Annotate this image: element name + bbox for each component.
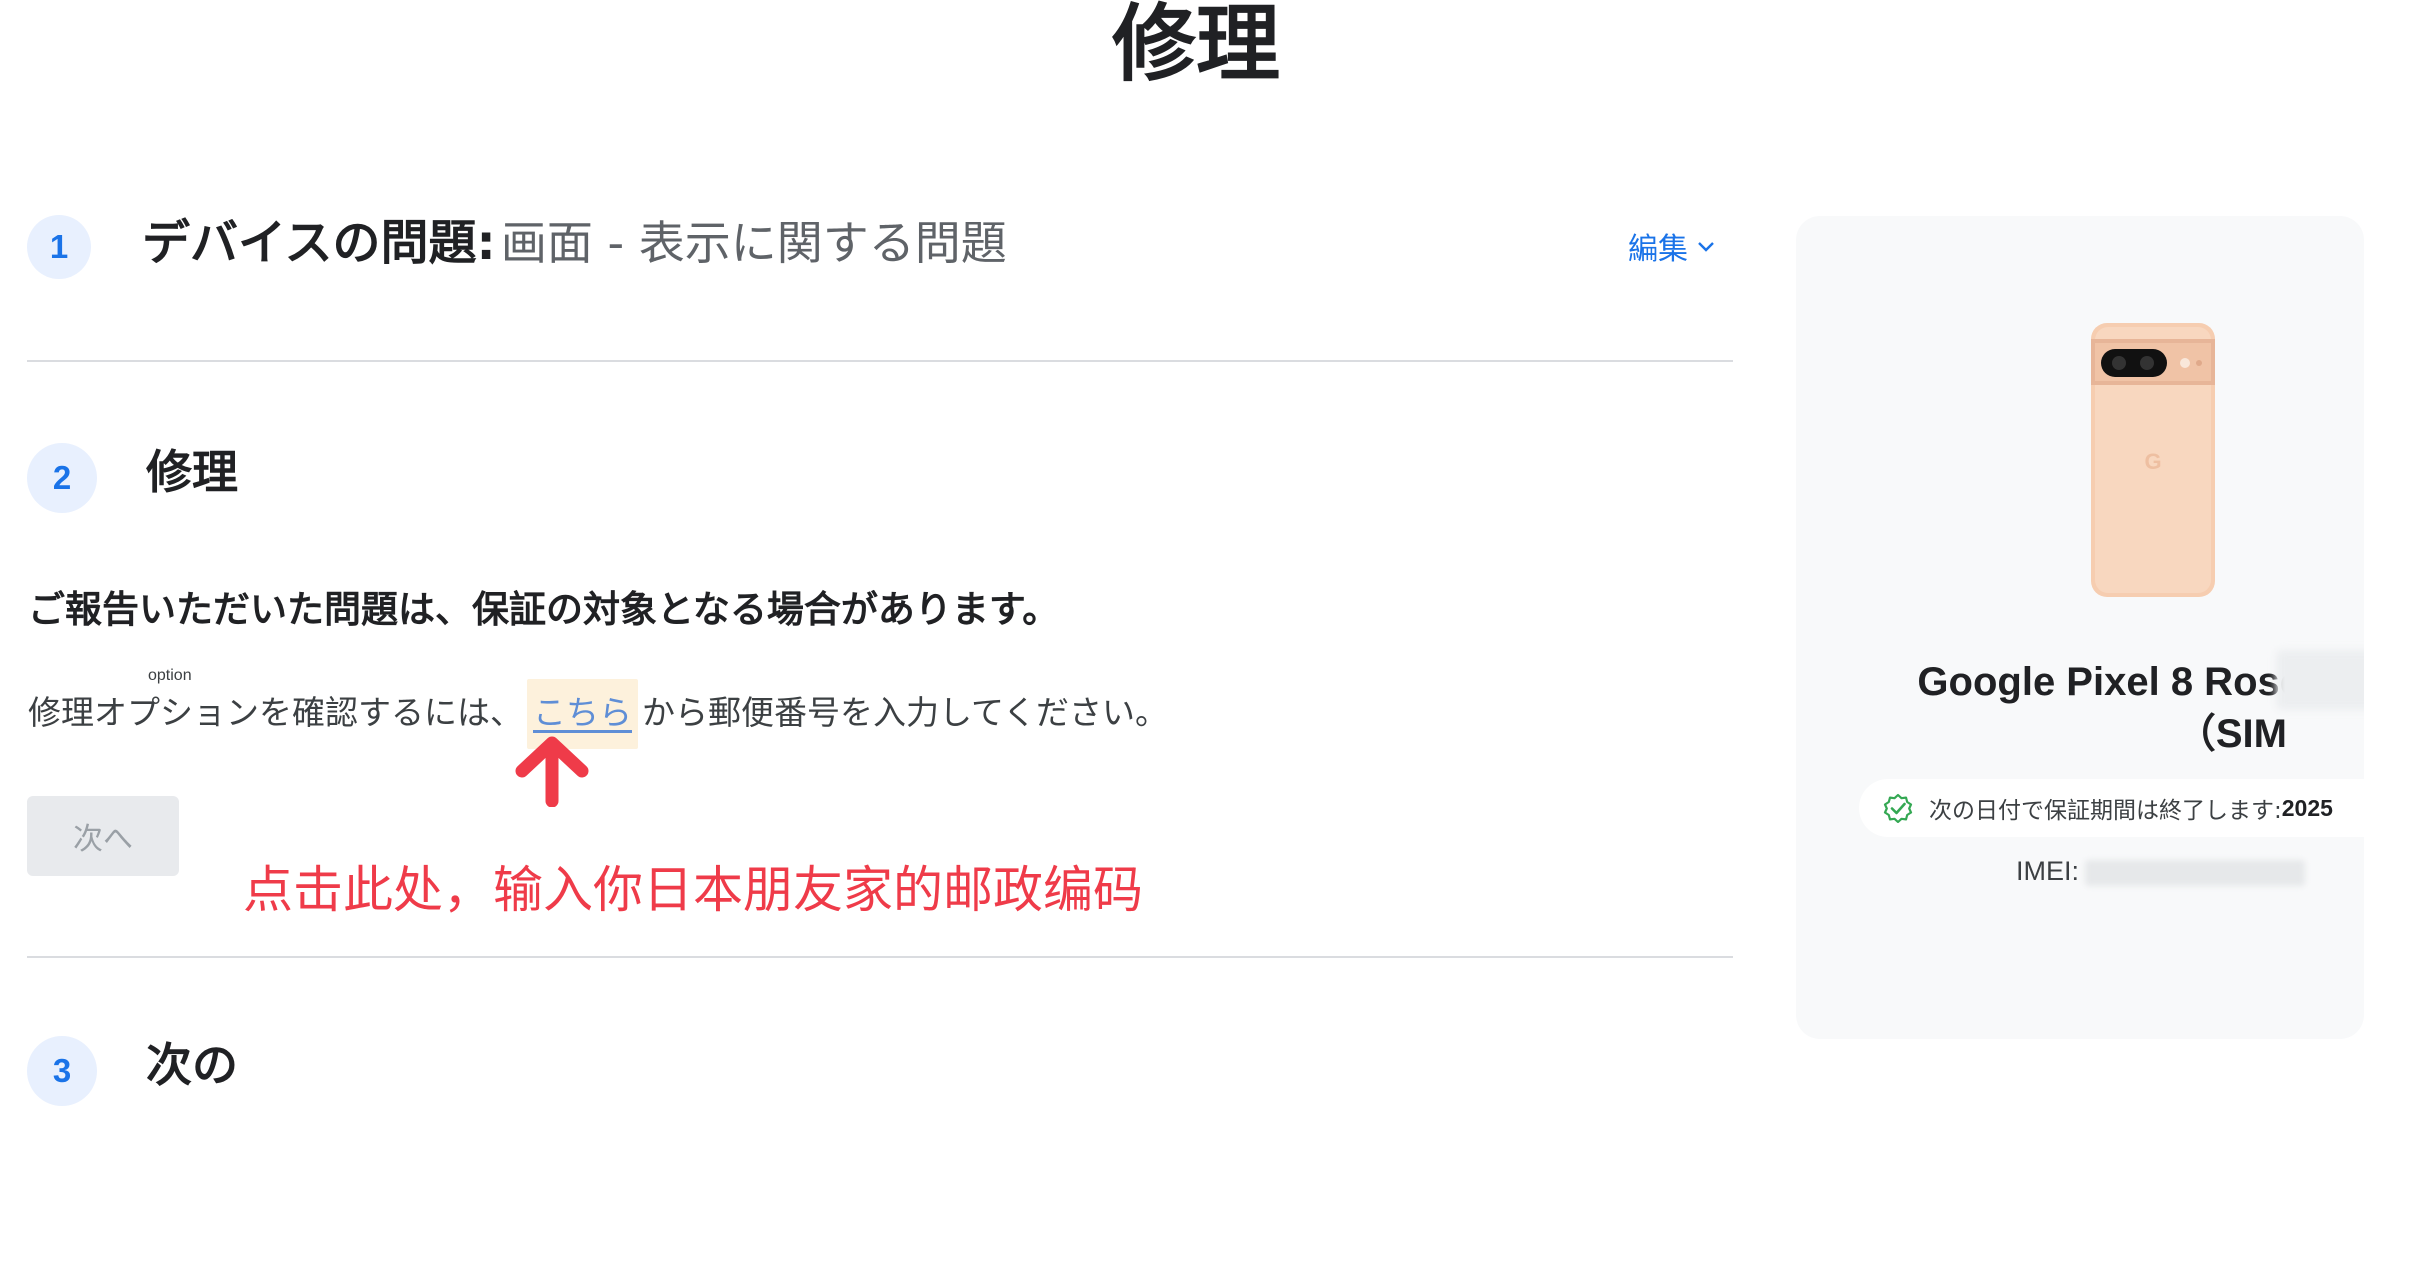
chevron-down-icon (1698, 242, 1714, 252)
annotation-text: 点击此处，输入你日本朋友家的邮政编码 (243, 861, 1143, 919)
zip-instruction: 修理オプションを確認するには、 こちら から郵便番号を入力してください。 (28, 679, 1168, 749)
pixel-phone-image: G (2091, 323, 2215, 597)
step-1-title: デバイスの問題: 画面 - 表示に関する問題 (142, 212, 1007, 285)
divider (27, 956, 1733, 958)
zip-suffix: から郵便番号を入力してください。 (642, 693, 1169, 732)
device-name: Google Pixel 8 Rose （SIM (1796, 656, 2302, 760)
warranty-date: 2025 (2281, 794, 2333, 821)
device-name-line1: Google Pixel 8 Rose (1917, 660, 2302, 704)
step-3-badge: 3 (27, 1036, 97, 1106)
device-name-line2: （SIM (2175, 712, 2287, 756)
step-2-badge: 2 (27, 443, 97, 513)
svg-text:G: G (2144, 449, 2161, 474)
step-3-heading: 次の (146, 1038, 238, 1092)
device-issue-label: デバイスの問題: (142, 215, 496, 271)
repair-page: 修理 1 デバイスの問題: 画面 - 表示に関する問題 編集 2 修理 ご報告い… (0, 0, 2432, 1269)
warranty-status-badge: 次の日付で保証期間は終了します: 2025 (1859, 779, 2364, 837)
imei-redacted-value (2085, 859, 2306, 886)
imei-label: IMEI: (2016, 856, 2080, 886)
device-issue-value: 画面 - 表示に関する問題 (500, 216, 1007, 270)
page-title: 修理 (1111, 0, 1280, 93)
zip-prefix: 修理オプションを確認するには、 (28, 693, 523, 732)
red-arrow-annotation-icon (515, 736, 589, 807)
edit-label: 編集 (1628, 232, 1688, 267)
device-card: G Google Pixel 8 Rose （SIM 次の日付で保証期間は終了し… (1796, 216, 2364, 1039)
warranty-note: ご報告いただいた問題は、保証の対象となる場合があります。 (28, 588, 1060, 631)
next-button[interactable]: 次へ (27, 796, 179, 876)
check-circle-icon (1883, 793, 1913, 823)
postal-code-link[interactable]: こちら (533, 693, 632, 732)
redacted-blur (2276, 650, 2364, 710)
imei-row: IMEI: (2016, 856, 2306, 887)
edit-button[interactable]: 編集 (1628, 224, 1718, 268)
step-2-heading: 修理 (146, 445, 238, 499)
divider (27, 360, 1733, 362)
step-1-badge: 1 (27, 215, 91, 279)
warranty-text: 次の日付で保証期間は終了します: (1929, 798, 2282, 824)
